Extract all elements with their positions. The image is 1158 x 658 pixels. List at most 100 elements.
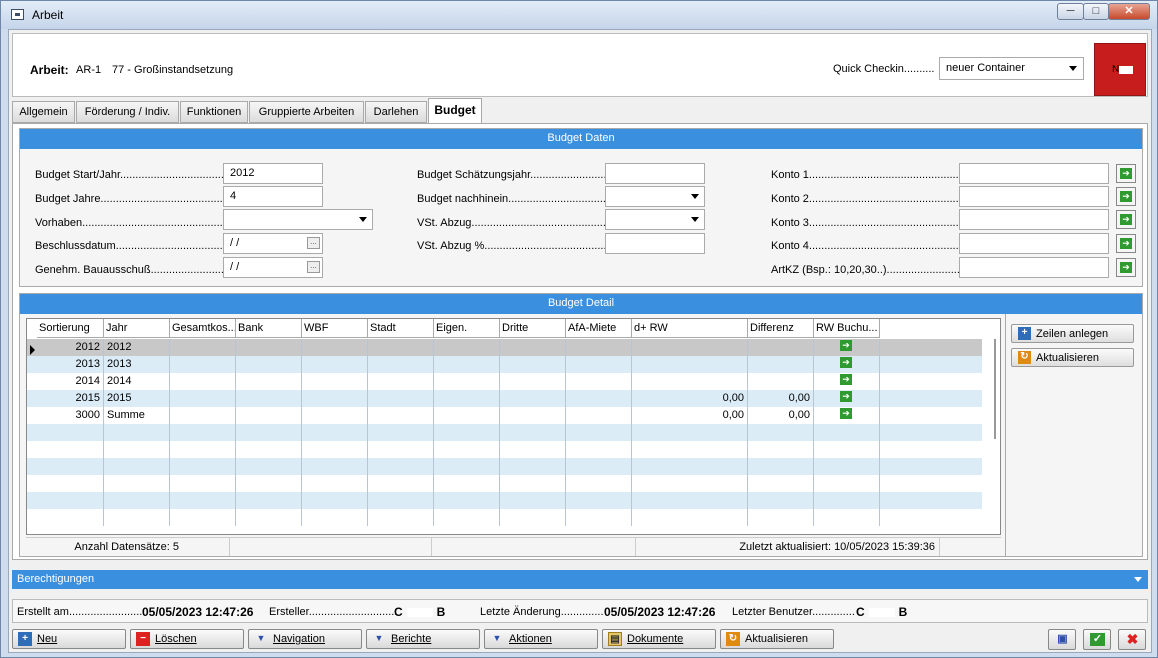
aktualisieren-grid-button[interactable]: ↻ Aktualisieren bbox=[1011, 348, 1134, 367]
table-cell bbox=[566, 509, 632, 526]
save-button[interactable]: ▣ bbox=[1048, 629, 1076, 650]
last-updated: Zuletzt aktualisiert: 10/05/2023 15:39:3… bbox=[636, 538, 940, 556]
col-header-eigen[interactable]: Eigen. bbox=[434, 319, 500, 338]
tab-darlehen[interactable]: Darlehen bbox=[365, 101, 427, 123]
artkz-field[interactable] bbox=[959, 257, 1109, 278]
table-cell bbox=[37, 441, 104, 458]
table-cell bbox=[302, 475, 368, 492]
aktualisieren-button[interactable]: ↻ Aktualisieren bbox=[720, 629, 834, 649]
loeschen-label: Löschen bbox=[155, 633, 197, 645]
rw-buchung-go-button[interactable]: ➔ bbox=[838, 356, 854, 372]
quick-checkin-select[interactable]: neuer Container bbox=[939, 57, 1084, 80]
col-header-rw-buchung[interactable]: RW Buchu... bbox=[814, 319, 880, 338]
tab-foerderung[interactable]: Förderung / Indiv. bbox=[76, 101, 179, 123]
arrow-right-icon: ➔ bbox=[840, 374, 852, 385]
rw-buchung-go-button[interactable]: ➔ bbox=[838, 407, 854, 423]
budget-detail-grid[interactable]: Sortierung Jahr Gesamtkos... Bank WBF St… bbox=[26, 318, 1001, 535]
col-header-afa-miete[interactable]: AfA-Miete bbox=[566, 319, 632, 338]
table-cell bbox=[566, 407, 632, 424]
col-header-differenz[interactable]: Differenz bbox=[748, 319, 814, 338]
tab-budget[interactable]: Budget bbox=[428, 98, 482, 123]
table-cell bbox=[500, 339, 566, 356]
vorhaben-select[interactable] bbox=[223, 209, 373, 230]
konto1-go-button[interactable]: ➔ bbox=[1116, 164, 1136, 183]
tab-gruppierte-arbeiten[interactable]: Gruppierte Arbeiten bbox=[249, 101, 364, 123]
konto4-go-button[interactable]: ➔ bbox=[1116, 234, 1136, 253]
genehm-bauausschuss-field[interactable]: / /... bbox=[223, 257, 323, 278]
table-cell bbox=[236, 441, 302, 458]
col-header-sortierung[interactable]: Sortierung bbox=[37, 319, 104, 338]
beschlussdatum-field[interactable]: / /... bbox=[223, 233, 323, 254]
konto2-go-button[interactable]: ➔ bbox=[1116, 187, 1136, 206]
budget-detail-section: Budget Detail Sortierung Jahr Gesamtkos.… bbox=[19, 293, 1143, 557]
konto3-go-button[interactable]: ➔ bbox=[1116, 210, 1136, 229]
table-row[interactable]: 3000 Summe 0,00 0,00 ➔ bbox=[27, 407, 982, 424]
zeilen-anlegen-button[interactable]: + Zeilen anlegen bbox=[1011, 324, 1134, 343]
table-row[interactable]: 2014 2014 ➔ bbox=[27, 373, 982, 390]
table-row[interactable]: 2015 2015 0,00 0,00 ➔ bbox=[27, 390, 982, 407]
table-row-empty bbox=[27, 492, 982, 509]
plus-icon: + bbox=[18, 632, 32, 646]
table-cell bbox=[632, 458, 748, 475]
table-cell bbox=[170, 458, 236, 475]
budget-jahre-field[interactable]: 4 bbox=[223, 186, 323, 207]
table-cell bbox=[170, 390, 236, 407]
table-cell bbox=[170, 373, 236, 390]
table-row[interactable]: 2012 2012 ➔ bbox=[27, 339, 982, 356]
vst-abzug-select[interactable] bbox=[605, 209, 705, 230]
schaetzungsjahr-field[interactable] bbox=[605, 163, 705, 184]
table-row[interactable]: 2013 2013 ➔ bbox=[27, 356, 982, 373]
table-cell bbox=[104, 458, 170, 475]
nachhinein-select[interactable] bbox=[605, 186, 705, 207]
col-header-d-rw[interactable]: d+ RW bbox=[632, 319, 748, 338]
tab-allgemein[interactable]: Allgemein bbox=[12, 101, 75, 123]
col-header-jahr[interactable]: Jahr bbox=[104, 319, 170, 338]
date-picker-icon[interactable]: ... bbox=[307, 261, 320, 273]
tab-funktionen[interactable]: Funktionen bbox=[180, 101, 248, 123]
neu-button[interactable]: + Neu bbox=[12, 629, 126, 649]
col-header-wbf[interactable]: WBF bbox=[302, 319, 368, 338]
navigation-button[interactable]: ▼ Navigation bbox=[248, 629, 362, 649]
col-header-stadt[interactable]: Stadt bbox=[368, 319, 434, 338]
artkz-go-button[interactable]: ➔ bbox=[1116, 258, 1136, 277]
confirm-button[interactable]: ✓ bbox=[1083, 629, 1111, 650]
vertical-scrollbar[interactable] bbox=[989, 339, 1000, 534]
dokumente-button[interactable]: ▤ Dokumente bbox=[602, 629, 716, 649]
letzter-benutzer-label: Letzter Benutzer.............. bbox=[732, 606, 855, 618]
table-cell bbox=[368, 424, 434, 441]
erstellt-label: Erstellt am......................... bbox=[17, 606, 146, 618]
cancel-button[interactable]: ✖ bbox=[1118, 629, 1146, 650]
table-cell bbox=[566, 424, 632, 441]
col-header-gesamtkosten[interactable]: Gesamtkos... bbox=[170, 319, 236, 338]
vst-abzug-prozent-field[interactable] bbox=[605, 233, 705, 254]
maximize-button[interactable]: □ bbox=[1083, 3, 1109, 20]
minimize-button[interactable]: ─ bbox=[1057, 3, 1084, 20]
close-button[interactable]: ✕ bbox=[1108, 3, 1150, 20]
table-cell: ➔ bbox=[814, 339, 880, 356]
budget-start-field[interactable]: 2012 bbox=[223, 163, 323, 184]
chevron-down-icon: ▼ bbox=[492, 633, 502, 643]
rw-buchung-go-button[interactable]: ➔ bbox=[838, 339, 854, 355]
col-header-bank[interactable]: Bank bbox=[236, 319, 302, 338]
rw-buchung-go-button[interactable]: ➔ bbox=[838, 390, 854, 406]
arbeit-id: AR-1 bbox=[76, 64, 102, 76]
navigation-label: Navigation bbox=[273, 633, 325, 645]
arrow-right-icon: ➔ bbox=[1120, 168, 1132, 179]
aktionen-button[interactable]: ▼ Aktionen bbox=[484, 629, 598, 649]
konto3-field[interactable] bbox=[959, 209, 1109, 230]
konto4-field[interactable] bbox=[959, 233, 1109, 254]
table-cell bbox=[814, 458, 880, 475]
konto2-field[interactable] bbox=[959, 186, 1109, 207]
table-cell bbox=[302, 356, 368, 373]
berichte-button[interactable]: ▼ Berichte bbox=[366, 629, 480, 649]
berechtigungen-bar[interactable]: Berechtigungen bbox=[12, 570, 1148, 589]
col-header-dritte[interactable]: Dritte bbox=[500, 319, 566, 338]
konto1-field[interactable] bbox=[959, 163, 1109, 184]
chevron-down-icon[interactable] bbox=[1134, 577, 1142, 582]
table-cell: ➔ bbox=[814, 390, 880, 407]
grid-action-panel: + Zeilen anlegen ↻ Aktualisieren bbox=[1005, 314, 1142, 556]
loeschen-button[interactable]: − Löschen bbox=[130, 629, 244, 649]
table-cell: ➔ bbox=[814, 407, 880, 424]
date-picker-icon[interactable]: ... bbox=[307, 237, 320, 249]
rw-buchung-go-button[interactable]: ➔ bbox=[838, 373, 854, 389]
